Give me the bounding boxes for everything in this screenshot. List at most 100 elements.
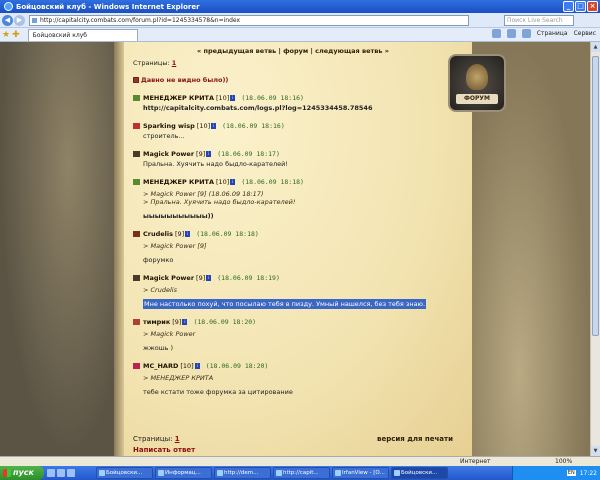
post-author[interactable]: Crudelis [143, 230, 173, 238]
language-indicator[interactable]: EN [566, 470, 576, 476]
post-author[interactable]: MC_HARD [143, 362, 178, 370]
post-date: (18.06.09 18:16) [222, 122, 285, 130]
clan-icon[interactable] [133, 363, 140, 369]
clan-icon[interactable] [133, 275, 140, 281]
taskbar-button[interactable]: http://dem... [214, 467, 271, 479]
info-icon[interactable]: i [211, 123, 217, 129]
vertical-scrollbar[interactable]: ▲ ▼ [590, 42, 600, 456]
write-reply-link[interactable]: Написать ответ [133, 446, 453, 454]
post-author[interactable]: МЕНЕДЖЕР КРИТА [143, 178, 214, 186]
emblem-figure-icon [466, 64, 488, 90]
search-input[interactable]: Поиск Live Search [504, 14, 574, 26]
forum-post: МЕНЕДЖЕР КРИТА [10] i (18.06.09 18:16) h… [133, 94, 453, 112]
post-quote: > Magick Power [9] (18.06.09 18:17) > Пр… [143, 190, 296, 206]
topic-title: Давно не видно было)) [133, 76, 453, 84]
post-date: (18.06.09 18:17) [217, 150, 280, 158]
post-link[interactable]: http://capitalcity.combats.com/logs.pl?l… [143, 104, 453, 112]
quick-launch [44, 469, 94, 477]
forum-post: МЕНЕДЖЕР КРИТА [10] i (18.06.09 18:18) >… [133, 178, 453, 220]
quicklaunch-icon[interactable] [57, 469, 65, 477]
taskbar-button[interactable]: Бойцовски... [96, 467, 153, 479]
clan-icon[interactable] [133, 123, 140, 129]
info-icon[interactable]: i [194, 363, 200, 369]
prev-thread-link[interactable]: « предыдущая ветвь [197, 47, 276, 55]
scroll-down-button[interactable]: ▼ [591, 446, 600, 456]
scroll-up-button[interactable]: ▲ [591, 42, 600, 52]
post-author[interactable]: тимрик [143, 318, 170, 326]
forum-emblem: ФОРУМ [448, 54, 506, 112]
forum-link[interactable]: форум [283, 47, 308, 55]
back-button[interactable]: ◀ [2, 14, 13, 26]
taskbar-button[interactable]: IrfanView - [О... [332, 467, 389, 479]
pagination-bottom: Страницы: 1 [133, 435, 180, 443]
clan-icon[interactable] [133, 95, 140, 101]
tools-menu[interactable]: Сервис [574, 30, 596, 37]
post-text: строитель... [143, 132, 185, 140]
tab-combats[interactable]: Бойцовский клуб [27, 28, 138, 41]
page-link-1-bottom[interactable]: 1 [175, 435, 180, 443]
home-icon[interactable] [491, 29, 501, 38]
status-bar: Интернет 100% [0, 456, 600, 466]
post-date: (18.06.09 18:20) [205, 362, 269, 370]
taskbar-button[interactable]: Информац... [155, 467, 212, 479]
feeds-icon[interactable] [506, 29, 516, 38]
clan-icon[interactable] [133, 231, 140, 237]
post-date: (18.06.09 18:20) [193, 318, 257, 326]
post-level: [10] [180, 362, 194, 370]
print-icon[interactable] [521, 29, 531, 38]
favorites-star-icon[interactable]: ★ [2, 30, 10, 40]
post-author[interactable]: Sparking wisp [143, 122, 195, 130]
page-menu[interactable]: Страница [537, 30, 568, 37]
start-button[interactable]: пуск [0, 466, 44, 480]
left-decoration [0, 42, 114, 456]
post-date: (18.06.09 18:16) [241, 94, 304, 102]
pagination: Страницы: 1 [133, 59, 453, 67]
tab-bar: ★ ✚ Бойцовский клуб Страница Сервис [0, 28, 600, 42]
post-level: [10] [215, 178, 230, 186]
taskbar-button[interactable]: Бойцовски... [391, 467, 448, 479]
post-date: (18.06.09 18:19) [217, 274, 280, 282]
clan-icon[interactable] [133, 319, 140, 325]
info-icon[interactable]: i [182, 319, 188, 325]
close-button[interactable]: × [587, 1, 598, 12]
post-date: (18.06.09 18:18) [196, 230, 259, 238]
clan-icon[interactable] [133, 179, 140, 185]
post-text: ыыыыыыыыыыы)) [143, 212, 214, 220]
post-level: [9] [172, 318, 182, 326]
add-favorites-icon[interactable]: ✚ [12, 30, 20, 40]
page-link-1[interactable]: 1 [172, 59, 177, 67]
post-author[interactable]: Magick Power [143, 274, 194, 282]
taskbar-button[interactable]: http://capit... [273, 467, 330, 479]
post-level: [10] [196, 122, 211, 130]
window-title: Бойцовский клуб - Windows Internet Explo… [16, 2, 200, 11]
info-icon[interactable]: i [230, 179, 236, 185]
forum-post: тимрик [9] i (18.06.09 18:20) > Magick P… [133, 318, 453, 352]
window-titlebar: Бойцовский клуб - Windows Internet Explo… [0, 0, 600, 13]
page-viewport: ФОРУМ « предыдущая ветвь | форум | следу… [0, 42, 600, 456]
print-version-link[interactable]: версия для печати [377, 435, 453, 443]
next-thread-link[interactable]: следующая ветвь » [315, 47, 389, 55]
post-text: жжошь ) [143, 344, 174, 352]
quicklaunch-icon[interactable] [67, 469, 75, 477]
clan-icon[interactable] [133, 151, 140, 157]
minimize-button[interactable]: _ [563, 1, 574, 12]
quicklaunch-icon[interactable] [47, 469, 55, 477]
post-quote: > Magick Power [9] [143, 242, 207, 250]
info-icon[interactable]: i [230, 95, 236, 101]
command-bar: Страница Сервис [491, 29, 596, 38]
scroll-thumb[interactable] [592, 56, 599, 336]
post-author[interactable]: МЕНЕДЖЕР КРИТА [143, 94, 214, 102]
info-icon[interactable]: i [206, 151, 212, 157]
forward-button[interactable]: ▶ [14, 14, 25, 26]
system-tray: EN 17:22 [512, 466, 600, 480]
maximize-button[interactable]: □ [575, 1, 586, 12]
post-author[interactable]: Magick Power [143, 150, 194, 158]
pages-label: Страницы: [133, 59, 170, 67]
forum-post: MC_HARD [10] i (18.06.09 18:20) > МЕНЕДЖ… [133, 362, 453, 396]
post-text-selected[interactable]: Мне настолько похуй, что посылаю тебя в … [143, 299, 453, 309]
zoom-level[interactable]: 100% [555, 458, 572, 465]
info-icon[interactable]: i [206, 275, 212, 281]
window-controls: _ □ × [563, 1, 598, 12]
info-icon[interactable]: i [185, 231, 191, 237]
url-field[interactable]: http://capitalcity.combats.com/forum.pl?… [29, 14, 469, 26]
